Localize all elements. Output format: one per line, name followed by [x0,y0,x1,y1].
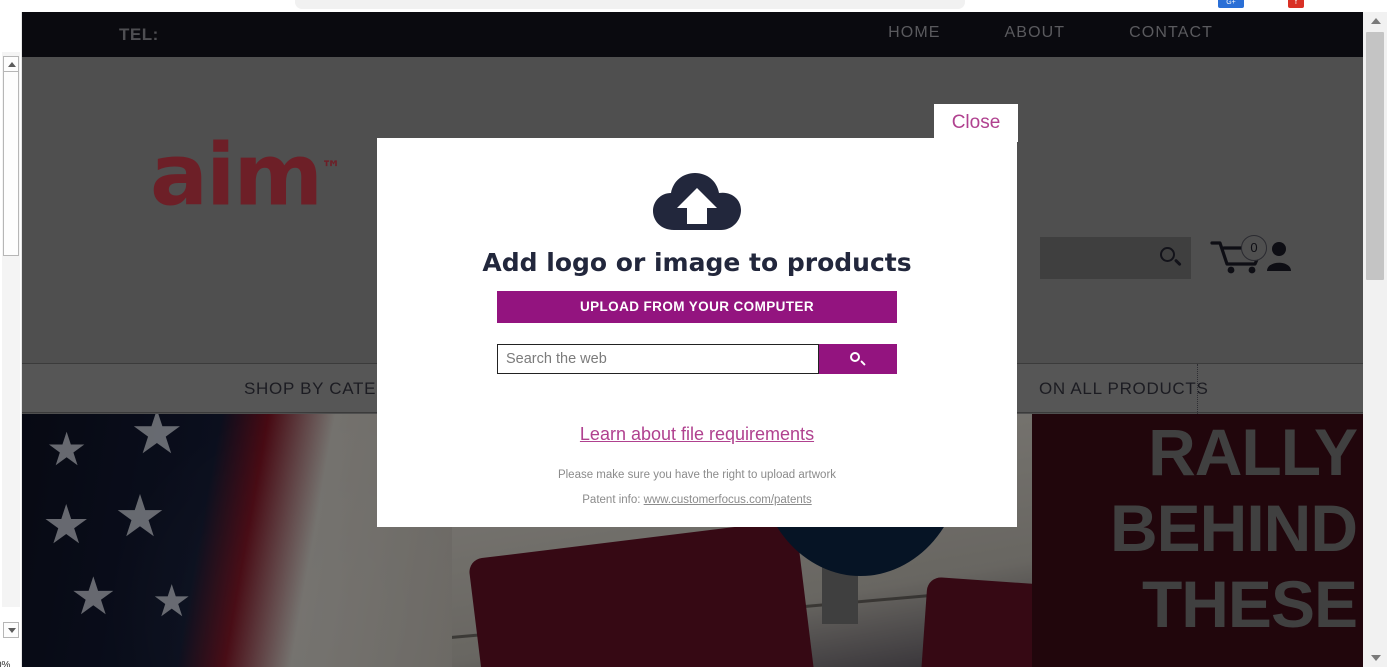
web-search-submit-button[interactable] [819,344,897,374]
browser-viewport: G+ f 0% TEL: HOME ABOUT CONTACT [0,0,1387,667]
scrollbar-thumb[interactable] [1366,32,1384,280]
top-navigation-bar: TEL: HOME ABOUT CONTACT [22,12,1363,57]
modal-close-button[interactable]: Close [934,104,1018,142]
site-logo[interactable]: aim™ [150,125,341,219]
patent-info-line: Patent info: www.customerfocus.com/paten… [377,494,1017,506]
web-page: TEL: HOME ABOUT CONTACT aim™ 0 SHOP BY C… [22,12,1363,667]
scrollbar-down-arrow[interactable] [1363,649,1387,667]
top-nav-links: HOME ABOUT CONTACT [856,24,1245,42]
bookmark-googleplus-icon[interactable]: G+ [1218,0,1244,8]
header-cart-area: 0 [1210,235,1330,279]
hero-headline-line-2: BEHIND [1109,491,1358,565]
flag-star: ★ [130,414,184,466]
patent-info-prefix: Patent info: [582,494,644,506]
search-icon [850,352,860,362]
upload-rights-disclaimer: Please make sure you have the right to u… [557,469,837,481]
promo-label: ON ALL PRODUCTS [1039,379,1209,398]
modal-title: Add logo or image to products [482,248,912,277]
nav-link-contact[interactable]: CONTACT [1097,24,1245,42]
upload-button-label: UPLOAD FROM YOUR COMPUTER [579,299,814,314]
patent-info-link[interactable]: www.customerfocus.com/patents [644,494,812,506]
bookmark-googleplus-label: G+ [1226,0,1236,6]
flag-star: ★ [46,423,88,475]
telephone-label: TEL: [119,25,159,44]
flag-star: ★ [152,577,192,626]
zoom-level-indicator: 0% [0,660,11,667]
left-scrollbar-thumb[interactable] [3,56,19,256]
flag-star: ★ [70,568,117,626]
browser-chrome-strip: G+ f [0,0,1387,12]
bookmark-facebook-label: f [1295,0,1297,6]
trademark-symbol: ™ [321,156,342,180]
web-search-input[interactable] [497,344,819,374]
category-bar-divider [1197,364,1198,414]
nav-link-about[interactable]: ABOUT [973,24,1098,42]
browser-tab[interactable] [295,0,965,9]
header-search-box[interactable] [1040,237,1191,279]
page-scrollbar[interactable] [1363,12,1387,667]
site-logo-text: aim [150,125,323,226]
web-search-row [497,344,897,374]
learn-requirements-wrap: Learn about file requirements [377,424,1017,445]
cloud-upload-icon [653,173,741,230]
hero-headline-line-1: RALLY [1148,415,1358,489]
left-scrollbar[interactable]: 0% [0,12,22,667]
left-scrollbar-up-arrow[interactable] [3,56,19,72]
bookmark-facebook-icon[interactable]: f [1288,0,1304,8]
hero-headline-panel: RALLY BEHIND THESE [1032,414,1363,667]
cart-count-badge: 0 [1241,235,1267,261]
add-logo-modal: Add logo or image to products UPLOAD FRO… [377,138,1017,527]
nav-link-home[interactable]: HOME [856,24,972,42]
modal-close-label: Close [951,112,1001,133]
flag-star: ★ [114,484,166,549]
learn-about-file-requirements-link[interactable]: Learn about file requirements [580,424,814,444]
flag-star: ★ [42,495,91,555]
scrollbar-up-arrow[interactable] [1363,12,1387,30]
search-icon[interactable] [1160,247,1175,262]
left-scrollbar-down-arrow[interactable] [3,622,19,638]
upload-from-computer-button[interactable]: UPLOAD FROM YOUR COMPUTER [497,291,897,323]
hero-headline-line-3: THESE [1141,567,1358,641]
user-account-icon[interactable] [1266,241,1292,271]
